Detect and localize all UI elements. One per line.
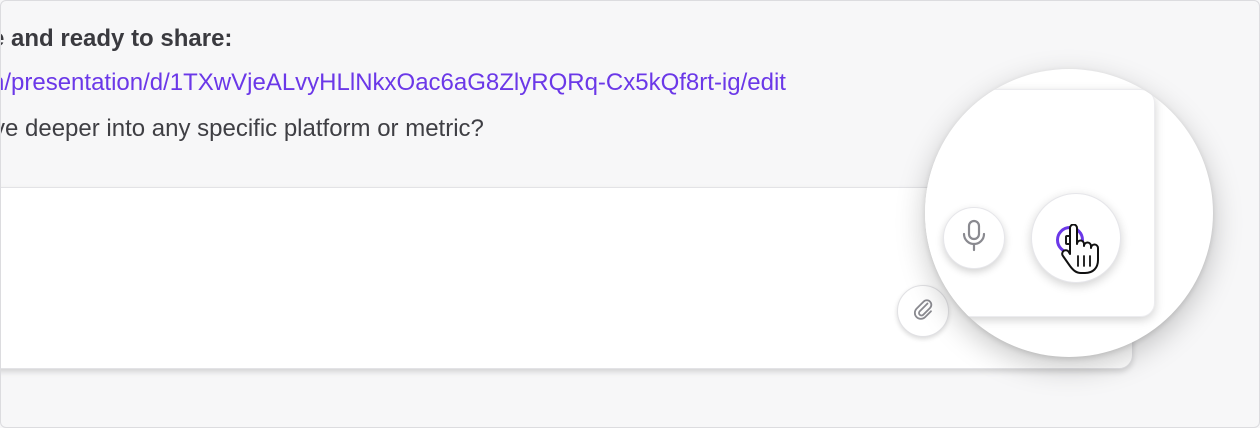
zoomed-composer-corner	[925, 89, 1155, 317]
chat-window: e and ready to share: n/presentation/d/1…	[0, 0, 1260, 428]
hand-pointer-icon	[1060, 223, 1100, 281]
message-line-question: ve deeper into any specific platform or …	[0, 115, 484, 142]
microphone-button[interactable]	[943, 207, 1005, 269]
microphone-icon	[960, 219, 988, 258]
zoom-magnifier	[925, 69, 1213, 357]
stop-button[interactable]	[1031, 193, 1121, 283]
message-line-ready: e and ready to share:	[0, 25, 233, 52]
presentation-link[interactable]: n/presentation/d/1TXwVjeALvyHLlNkxOac6aG…	[1, 67, 786, 99]
